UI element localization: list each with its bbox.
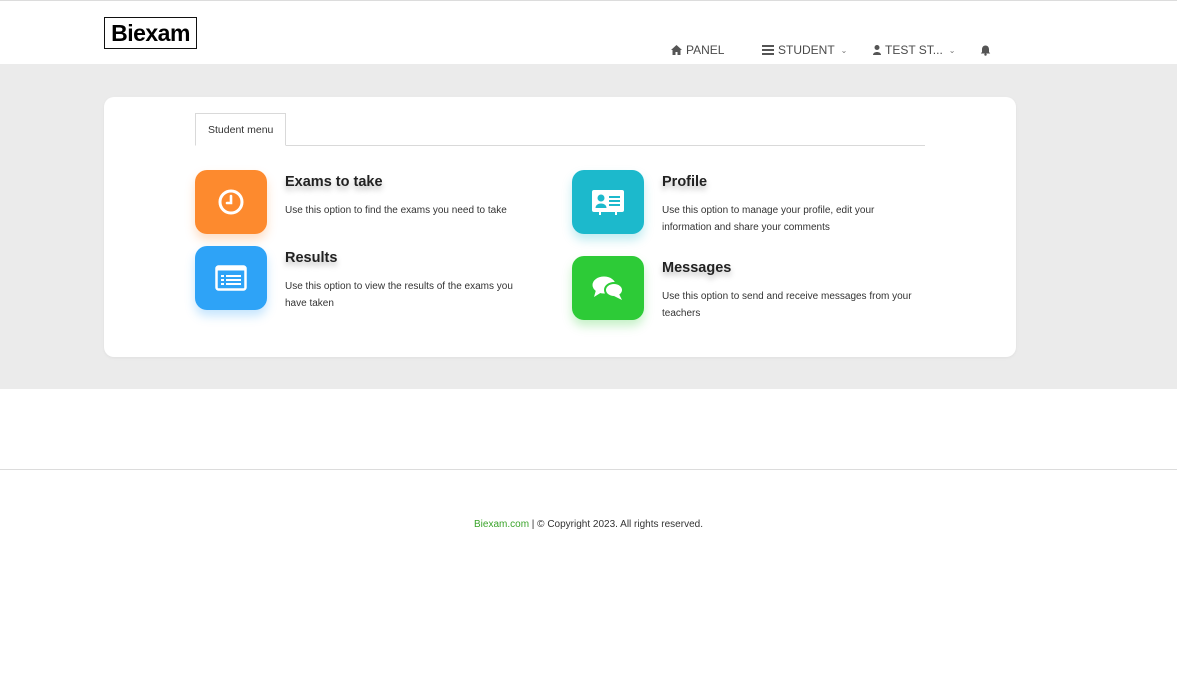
results-tile[interactable]: [195, 246, 267, 310]
chat-bubbles-icon: [592, 276, 624, 300]
nav-user-label: TEST ST...: [885, 43, 943, 57]
footer-divider: [0, 469, 1177, 470]
tab-student-menu[interactable]: Student menu: [195, 113, 287, 146]
results-description: Use this option to view the results of t…: [285, 281, 513, 309]
id-card-icon: [592, 190, 624, 215]
clock-icon: [218, 189, 244, 215]
home-icon: [671, 45, 682, 55]
nav-student-label: STUDENT: [778, 43, 835, 57]
menu-item-profile[interactable]: Profile Use this option to manage your p…: [572, 170, 922, 236]
menu-item-results[interactable]: Results Use this option to view the resu…: [195, 246, 545, 312]
logo[interactable]: Biexam: [104, 17, 197, 49]
bell-icon: [980, 45, 991, 56]
footer: Biexam.com | © Copyright 2023. All right…: [0, 519, 1177, 530]
navbar: Biexam PANEL STUDENT ⌄ TEST ST... ⌄: [0, 1, 1177, 64]
messages-title[interactable]: Messages: [662, 260, 731, 276]
footer-copyright: | © Copyright 2023. All rights reserved.: [529, 519, 703, 530]
footer-site-link[interactable]: Biexam.com: [474, 519, 529, 530]
chevron-down-icon: ⌄: [840, 45, 848, 55]
user-icon: [873, 45, 881, 55]
student-menu-card: Student menu Exams to take Use this opti…: [104, 97, 1016, 357]
exams-title[interactable]: Exams to take: [285, 174, 383, 190]
exams-description: Use this option to find the exams you ne…: [285, 205, 507, 216]
profile-title[interactable]: Profile: [662, 174, 707, 190]
profile-tile[interactable]: [572, 170, 644, 234]
list-icon: [762, 45, 774, 55]
nav-student[interactable]: STUDENT ⌄: [762, 42, 847, 58]
list-window-icon: [215, 265, 247, 291]
menu-item-messages[interactable]: Messages Use this option to send and rec…: [572, 256, 922, 322]
exams-tile[interactable]: [195, 170, 267, 234]
messages-tile[interactable]: [572, 256, 644, 320]
chevron-down-icon: ⌄: [948, 45, 956, 55]
profile-description: Use this option to manage your profile, …: [662, 205, 875, 233]
results-title[interactable]: Results: [285, 250, 337, 266]
nav-user[interactable]: TEST ST... ⌄: [873, 42, 956, 58]
nav-panel[interactable]: PANEL: [671, 42, 724, 58]
nav-notifications[interactable]: [980, 42, 995, 58]
menu-item-exams[interactable]: Exams to take Use this option to find th…: [195, 170, 545, 236]
tab-bar: Student menu: [195, 113, 925, 146]
messages-description: Use this option to send and receive mess…: [662, 291, 912, 319]
nav-panel-label: PANEL: [686, 43, 725, 57]
